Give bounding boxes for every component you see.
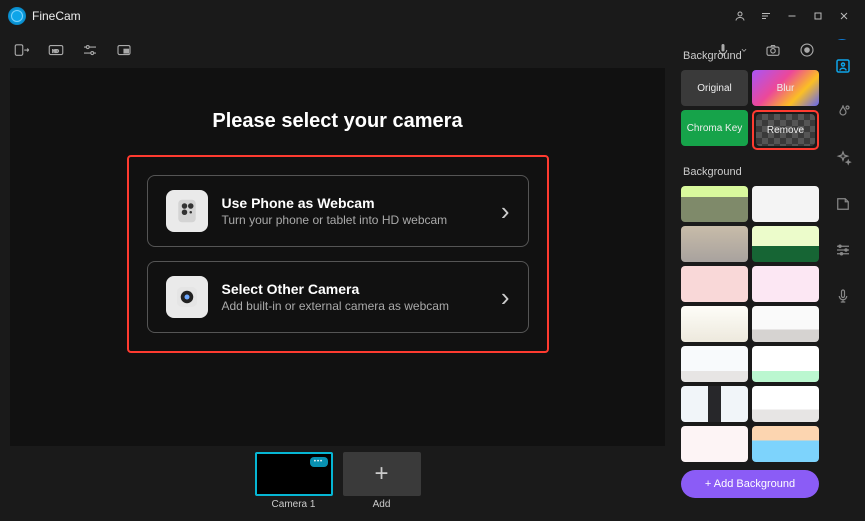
- bg-effect-remove[interactable]: Remove: [756, 114, 815, 146]
- rail-audio-icon[interactable]: [833, 286, 853, 306]
- rail-sticker-icon[interactable]: [833, 194, 853, 214]
- chevron-right-icon: ›: [501, 196, 510, 227]
- bg-thumb[interactable]: [681, 266, 748, 302]
- pip-icon[interactable]: [114, 40, 134, 60]
- bg-thumb[interactable]: [681, 426, 748, 462]
- camera-options-highlight: Use Phone as Webcam Turn your phone or t…: [127, 155, 549, 353]
- webcam-icon: [166, 276, 208, 318]
- effects-header: Background: [679, 46, 821, 70]
- phone-camera-icon: [166, 190, 208, 232]
- preview-heading: Please select your camera: [212, 110, 462, 133]
- plus-icon: +: [343, 452, 421, 496]
- bg-thumb[interactable]: [681, 186, 748, 222]
- rail-adjust-icon[interactable]: [833, 240, 853, 260]
- bg-effect-blur[interactable]: Blur: [752, 70, 819, 106]
- add-background-button[interactable]: + Add Background: [681, 470, 819, 498]
- other-camera-option[interactable]: Select Other Camera Add built-in or exte…: [147, 261, 529, 333]
- bg-thumb[interactable]: [681, 386, 748, 422]
- rail-effects-icon[interactable]: [833, 102, 853, 122]
- use-phone-option[interactable]: Use Phone as Webcam Turn your phone or t…: [147, 175, 529, 247]
- app-title: FineCam: [32, 9, 81, 23]
- bg-effect-original[interactable]: Original: [681, 70, 748, 106]
- bg-thumb[interactable]: [752, 186, 819, 222]
- option-subtitle: Turn your phone or tablet into HD webcam: [222, 213, 487, 227]
- bg-thumb[interactable]: [752, 346, 819, 382]
- close-button[interactable]: [831, 3, 857, 29]
- bg-thumb[interactable]: [681, 346, 748, 382]
- bg-thumb[interactable]: [752, 266, 819, 302]
- app-logo: [8, 7, 26, 25]
- chevron-right-icon: ›: [501, 282, 510, 313]
- export-icon[interactable]: [12, 40, 32, 60]
- option-subtitle: Add built-in or external camera as webca…: [222, 299, 487, 313]
- rail-background-icon[interactable]: [833, 56, 853, 76]
- sliders-icon[interactable]: [80, 40, 100, 60]
- bg-thumb[interactable]: [752, 386, 819, 422]
- bg-thumb[interactable]: [681, 226, 748, 262]
- bg-effect-chroma[interactable]: Chroma Key: [681, 110, 748, 146]
- minimize-button[interactable]: [779, 3, 805, 29]
- bg-thumb[interactable]: [752, 426, 819, 462]
- hd-icon[interactable]: HD: [46, 40, 66, 60]
- maximize-button[interactable]: [805, 3, 831, 29]
- bg-effect-remove-highlight: Remove: [752, 110, 819, 150]
- scene-camera-1[interactable]: ••• Camera 1: [255, 452, 333, 510]
- preview-area: Please select your camera Use Phone as W…: [10, 68, 665, 446]
- scene-menu-icon[interactable]: •••: [310, 457, 328, 467]
- bg-thumb[interactable]: [752, 306, 819, 342]
- scene-add-label: Add: [373, 499, 391, 510]
- scene-add[interactable]: + Add: [343, 452, 421, 510]
- backgrounds-header: Background: [679, 162, 821, 186]
- scene-label: Camera 1: [272, 499, 316, 510]
- option-title: Select Other Camera: [222, 281, 487, 297]
- bg-thumb[interactable]: [681, 306, 748, 342]
- bg-thumb[interactable]: [752, 226, 819, 262]
- menu-icon[interactable]: [753, 3, 779, 29]
- svg-text:HD: HD: [52, 48, 59, 53]
- rail-sparkle-icon[interactable]: [833, 148, 853, 168]
- account-icon[interactable]: [727, 3, 753, 29]
- option-title: Use Phone as Webcam: [222, 195, 487, 211]
